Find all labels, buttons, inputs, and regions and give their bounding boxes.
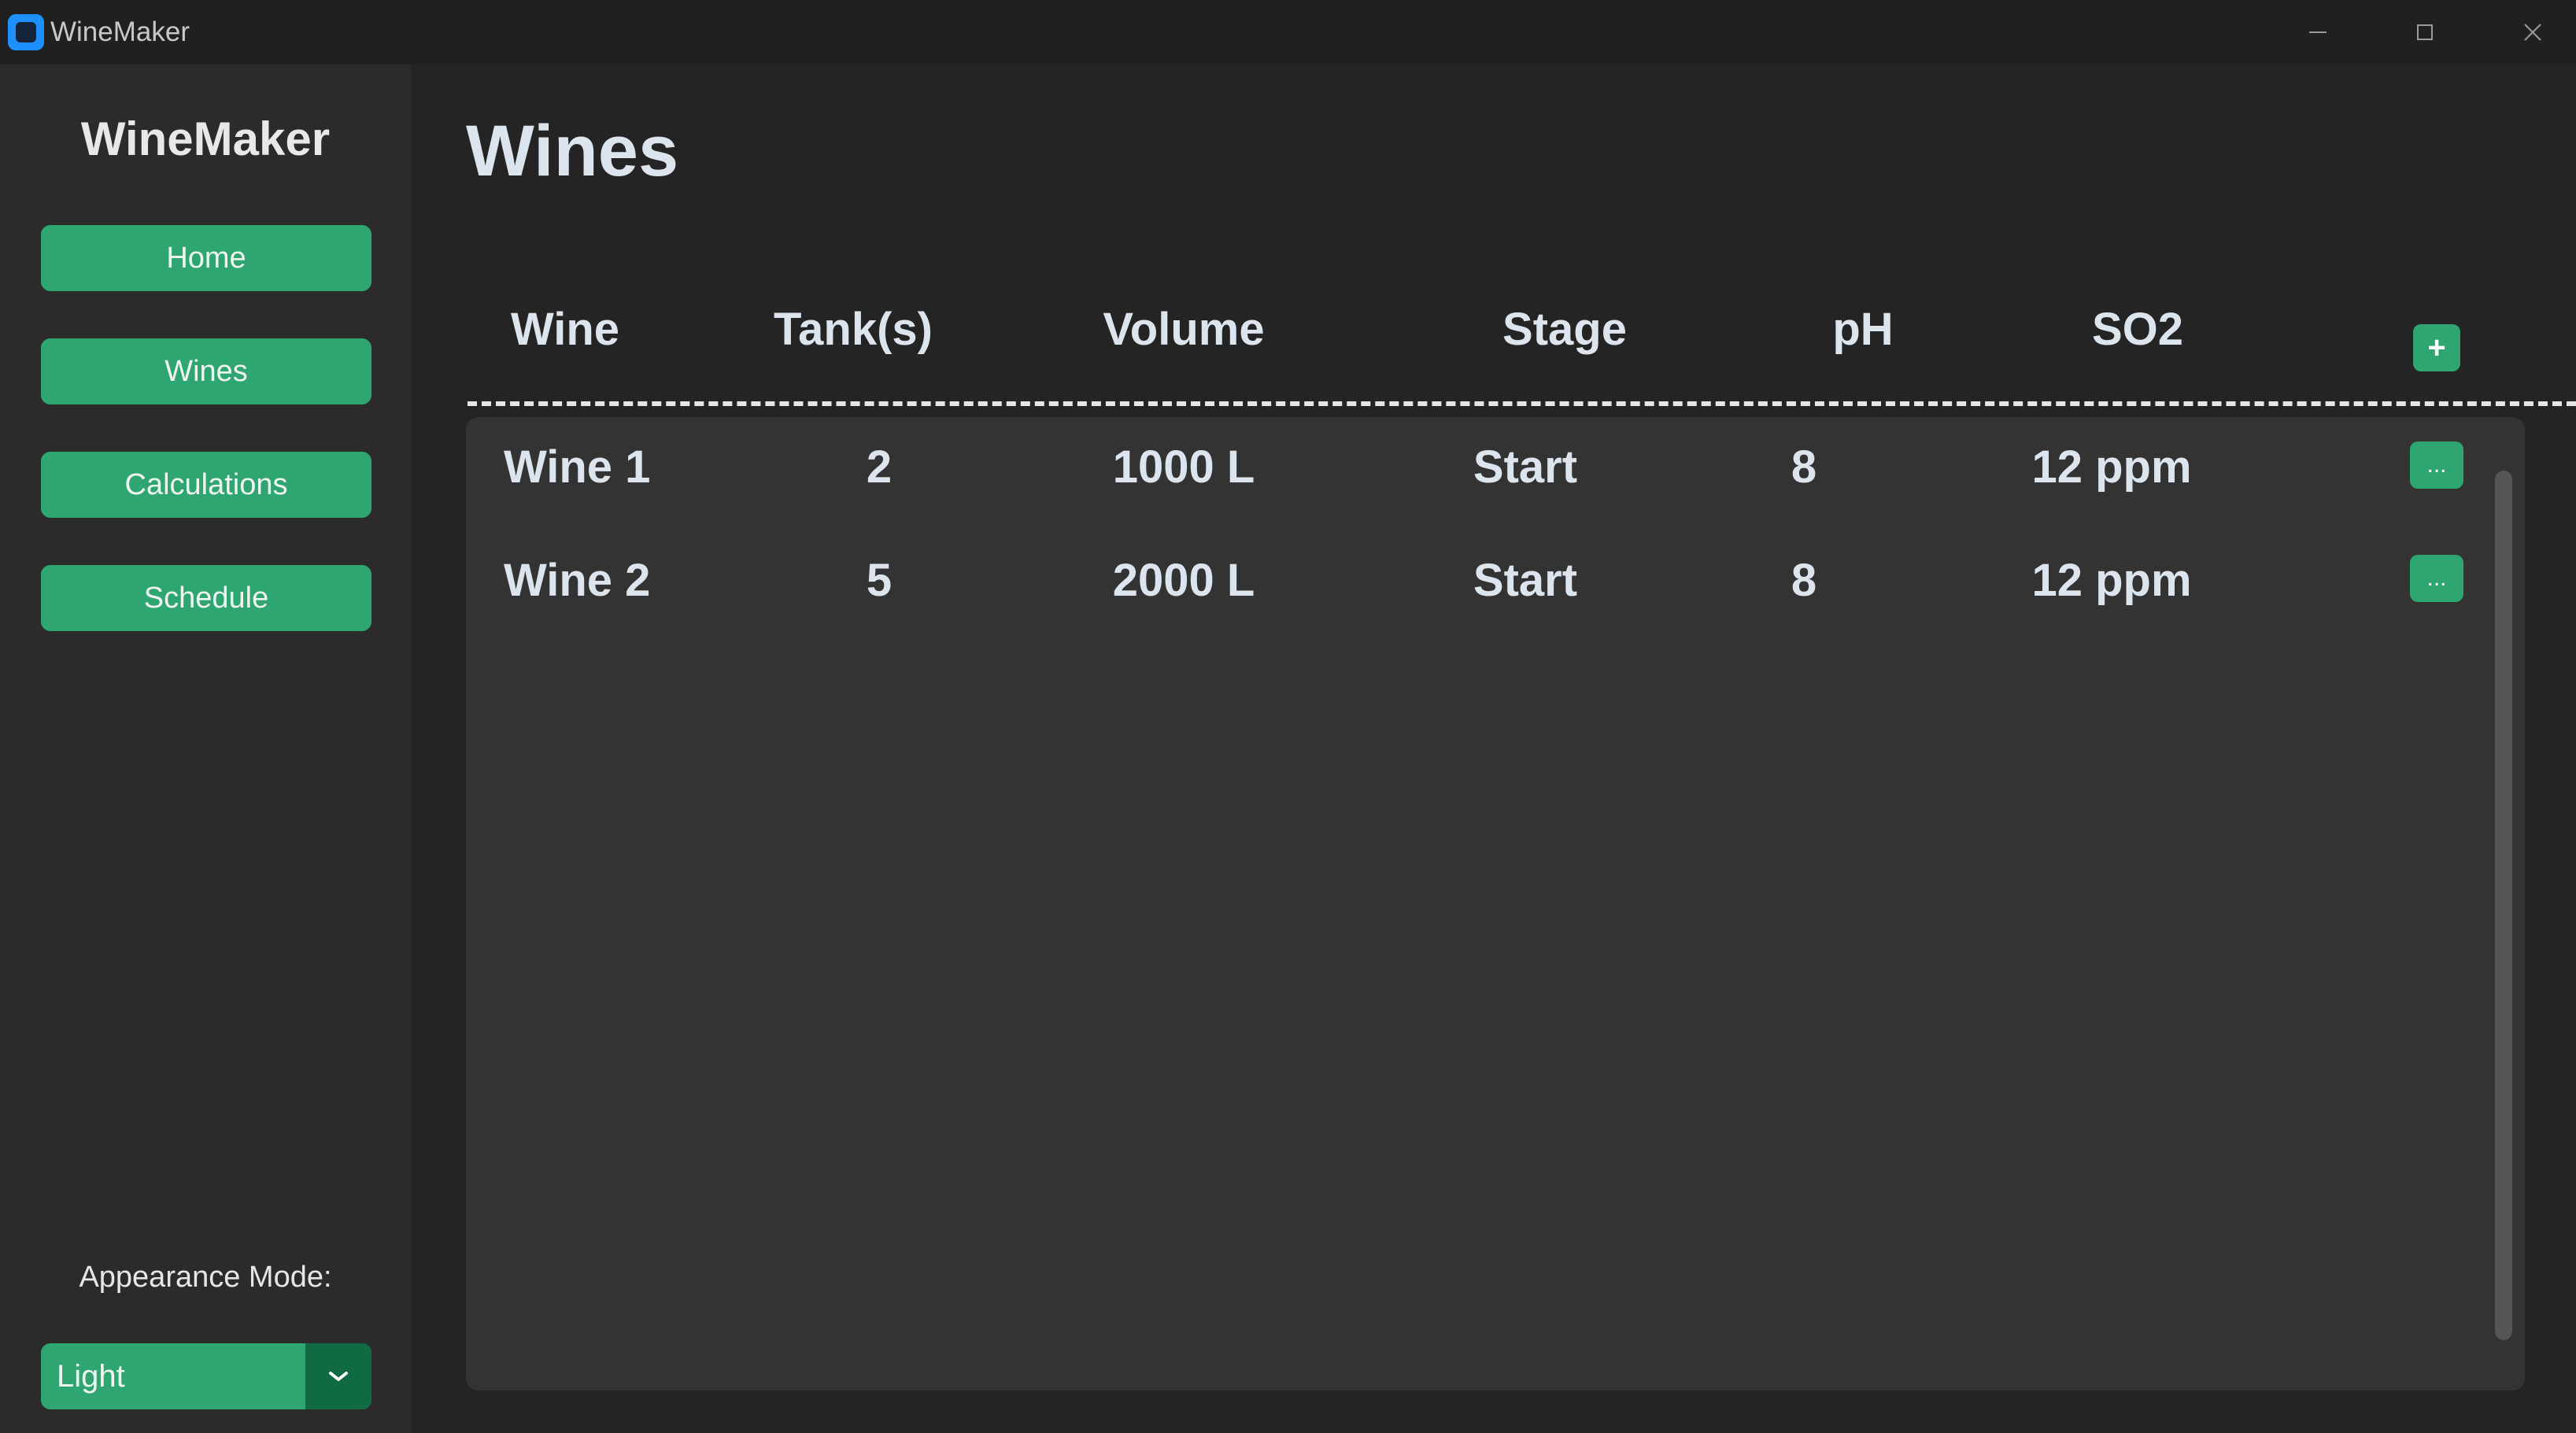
cell-so2: 12 ppm <box>2031 555 2192 606</box>
window-title: WineMaker <box>50 17 190 47</box>
dropdown-arrow-button[interactable] <box>305 1343 371 1409</box>
row-options-button[interactable]: ... <box>2410 555 2463 602</box>
cell-ph: 8 <box>1791 555 1817 606</box>
home-button[interactable]: Home <box>41 225 371 291</box>
column-header-tanks: Tank(s) <box>774 304 933 355</box>
chevron-down-icon <box>329 1372 348 1381</box>
minimize-button[interactable] <box>2275 0 2361 65</box>
cell-volume: 1000 L <box>1112 441 1255 493</box>
column-header-volume: Volume <box>1103 304 1265 355</box>
column-header-wine: Wine <box>510 304 620 355</box>
schedule-button[interactable]: Schedule <box>41 565 371 631</box>
column-header-so2: SO2 <box>2091 304 2184 355</box>
appearance-mode-select[interactable]: Light <box>41 1343 371 1409</box>
sidebar-brand: WineMaker <box>80 113 331 165</box>
close-icon <box>2524 24 2541 41</box>
column-header-ph: pH <box>1832 304 1894 355</box>
close-button[interactable] <box>2489 0 2576 65</box>
table-scrollbar[interactable] <box>2495 471 2512 1340</box>
cell-ph: 8 <box>1791 441 1817 493</box>
wines-button[interactable]: Wines <box>41 338 371 404</box>
sidebar: WineMaker Home Wines Calculations Schedu… <box>0 65 411 1433</box>
cell-stage: Start <box>1473 555 1578 606</box>
appearance-mode-value[interactable]: Light <box>41 1343 305 1409</box>
cell-tanks: 2 <box>866 441 893 493</box>
appearance-mode-label: Appearance Mode: <box>79 1261 332 1294</box>
header-divider <box>468 401 2576 406</box>
add-wine-button[interactable]: + <box>2413 324 2460 371</box>
window-titlebar: WineMaker <box>0 0 2576 65</box>
column-header-stage: Stage <box>1502 304 1627 355</box>
calculations-button[interactable]: Calculations <box>41 452 371 518</box>
minimize-icon <box>2309 31 2327 33</box>
maximize-icon <box>2417 24 2433 40</box>
cell-wine: Wine 1 <box>504 441 651 493</box>
cell-stage: Start <box>1473 441 1578 493</box>
page-title: Wines <box>466 111 679 191</box>
cell-so2: 12 ppm <box>2031 441 2192 493</box>
cell-tanks: 5 <box>866 555 893 606</box>
cell-wine: Wine 2 <box>504 555 651 606</box>
row-options-button[interactable]: ... <box>2410 441 2463 489</box>
app-icon <box>8 14 44 50</box>
cell-volume: 2000 L <box>1112 555 1255 606</box>
maximize-button[interactable] <box>2382 0 2468 65</box>
